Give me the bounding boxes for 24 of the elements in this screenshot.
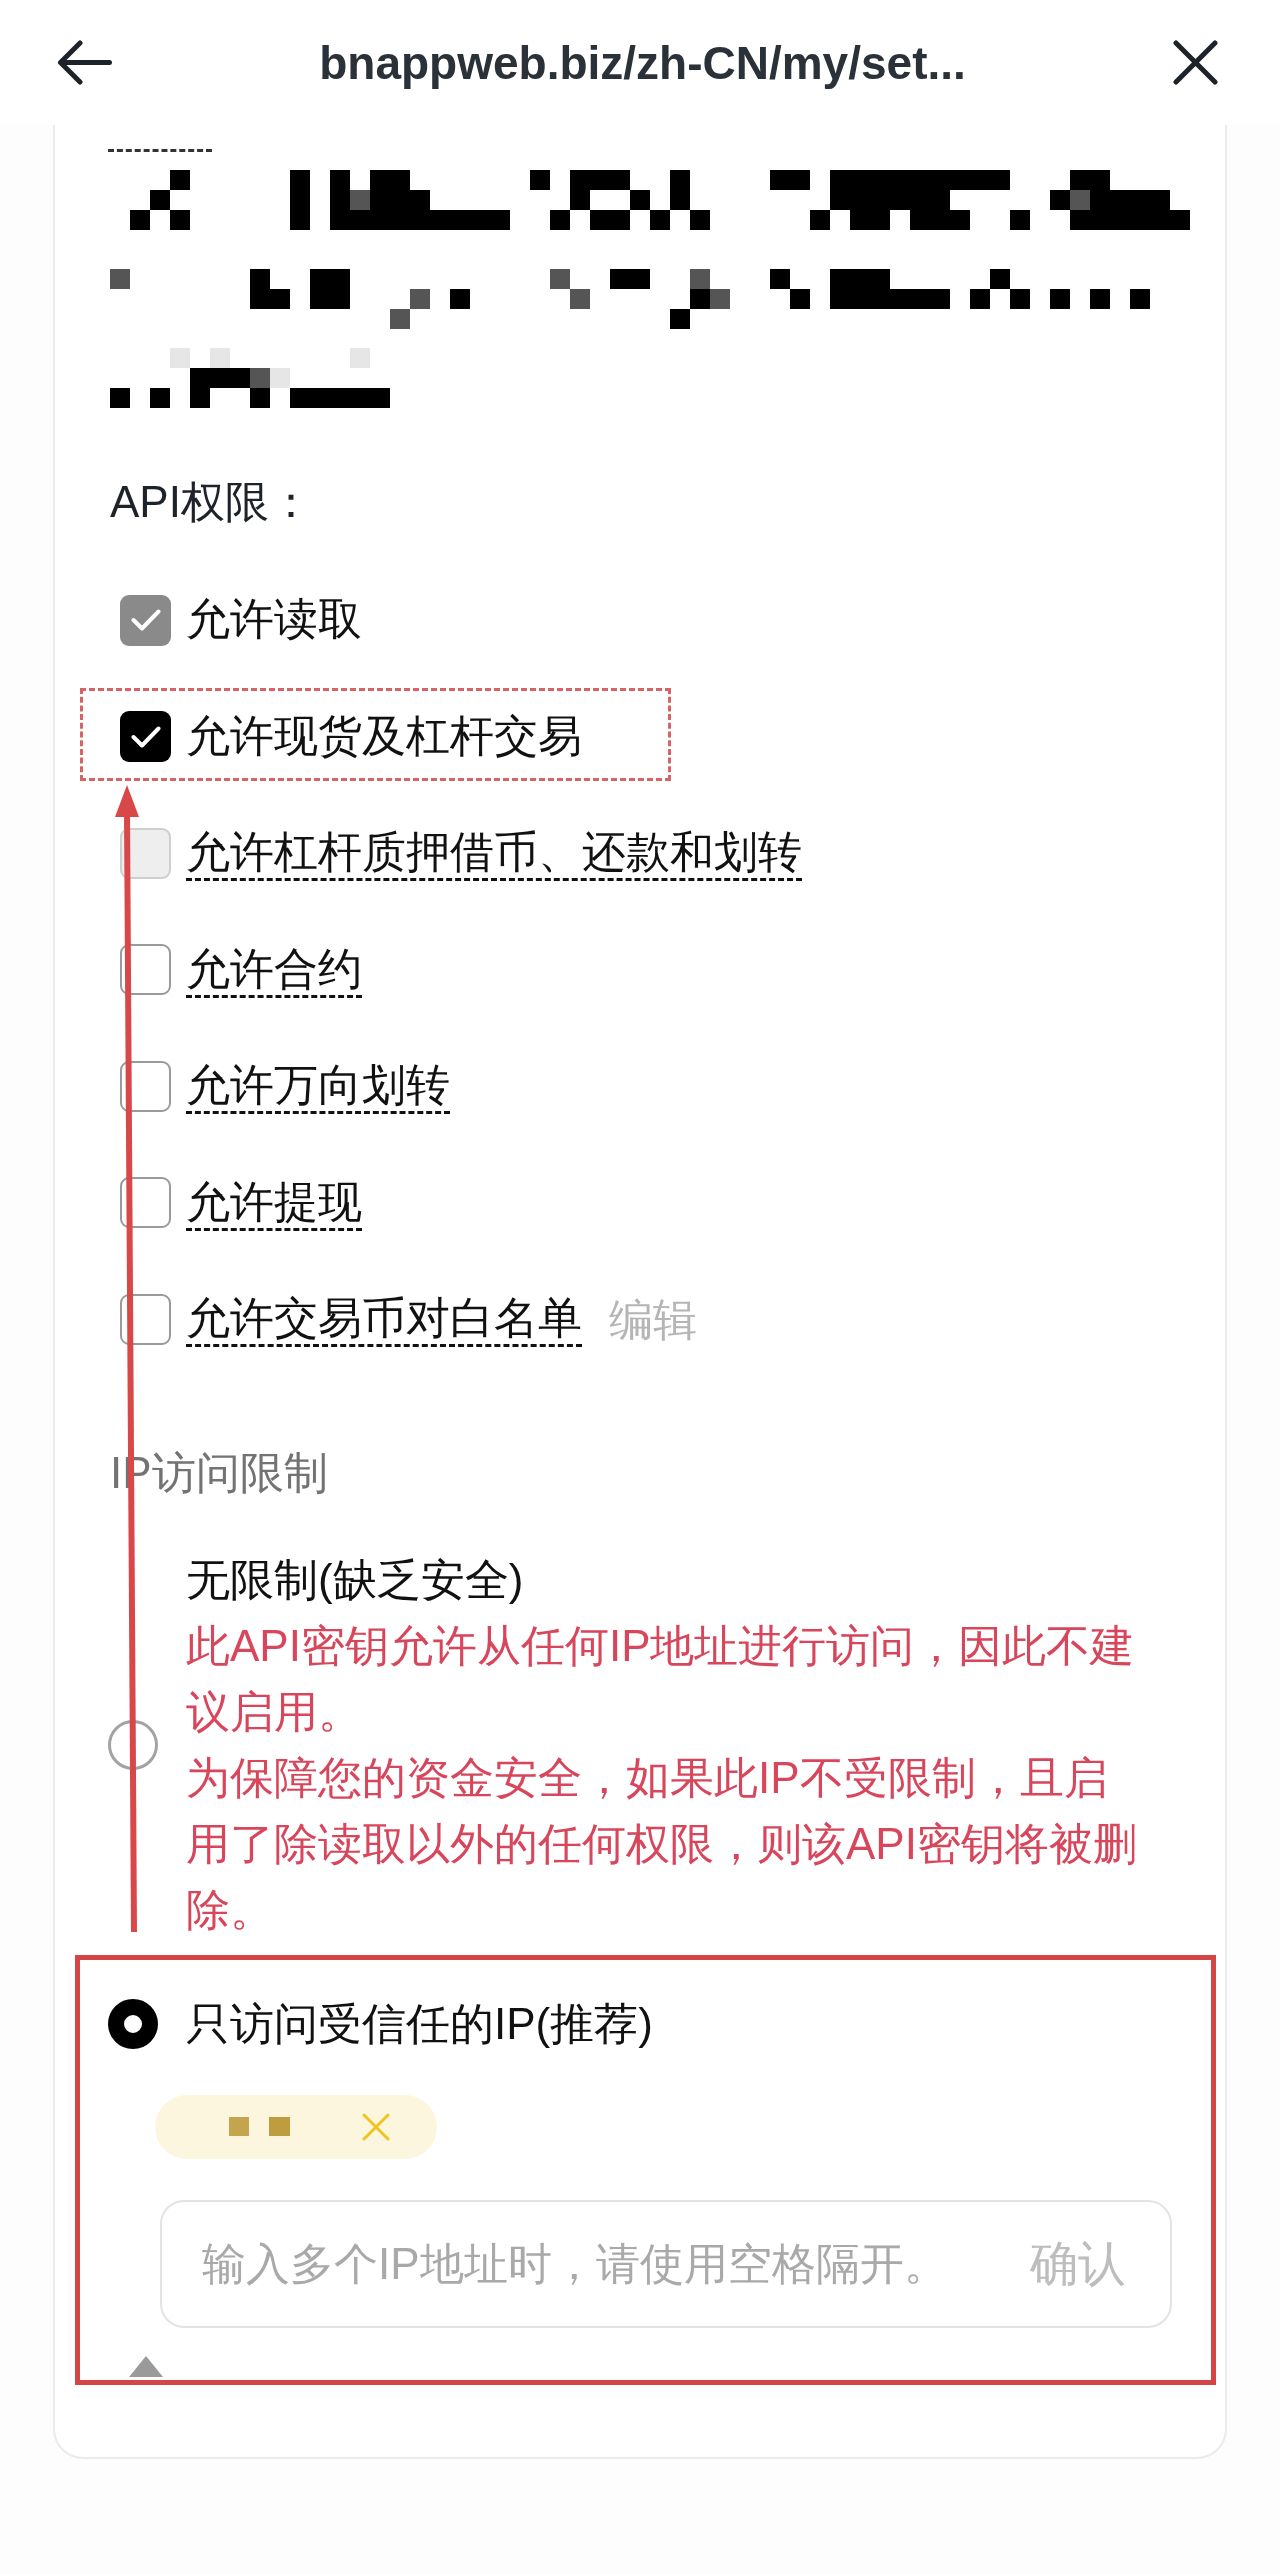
radio-button[interactable] — [108, 1998, 158, 2049]
permission-label: 允许读取 — [186, 593, 362, 646]
option-title: 只访问受信任的IP(推荐) — [186, 1997, 653, 2050]
permission-label: 允许现货及杠杆交易 — [186, 709, 582, 762]
back-icon[interactable] — [57, 40, 112, 85]
pixel-mosaic — [229, 2117, 290, 2136]
page-url-title: bnappweb.biz/zh-CN/my/set... — [318, 35, 967, 90]
permission-label: 允许交易币对白名单 — [186, 1291, 582, 1348]
option-title: 无限制(缺乏安全) — [186, 1553, 524, 1606]
section-label: API权限： — [110, 476, 313, 528]
permission-label: 允许杠杆质押借币、还款和划转 — [186, 825, 802, 882]
ip-input-field[interactable]: 输入多个IP地址时，请使用空格隔开。 确认 — [160, 2199, 1172, 2328]
permission-label: 允许提现 — [186, 1174, 362, 1231]
checkmark-icon — [130, 725, 161, 748]
caret-up-icon[interactable] — [129, 2355, 163, 2377]
checkbox[interactable] — [120, 711, 171, 763]
warning-text: 此API密钥允许从任何IP地址进行访问，因此不建议启用。 — [186, 1619, 1136, 1738]
close-icon[interactable] — [1173, 40, 1218, 85]
confirm-button[interactable]: 确认 — [1030, 2231, 1126, 2296]
permission-label: 允许合约 — [186, 941, 362, 998]
checkmark-icon — [130, 609, 161, 632]
warning-text: 为保障您的资金安全，如果此IP不受限制，且启用了除读取以外的任何权限，则该API密钥将被删除。 — [186, 1751, 1138, 1936]
edit-link[interactable]: 编辑 — [609, 1292, 697, 1346]
permission-label: 允许万向划转 — [186, 1058, 450, 1115]
